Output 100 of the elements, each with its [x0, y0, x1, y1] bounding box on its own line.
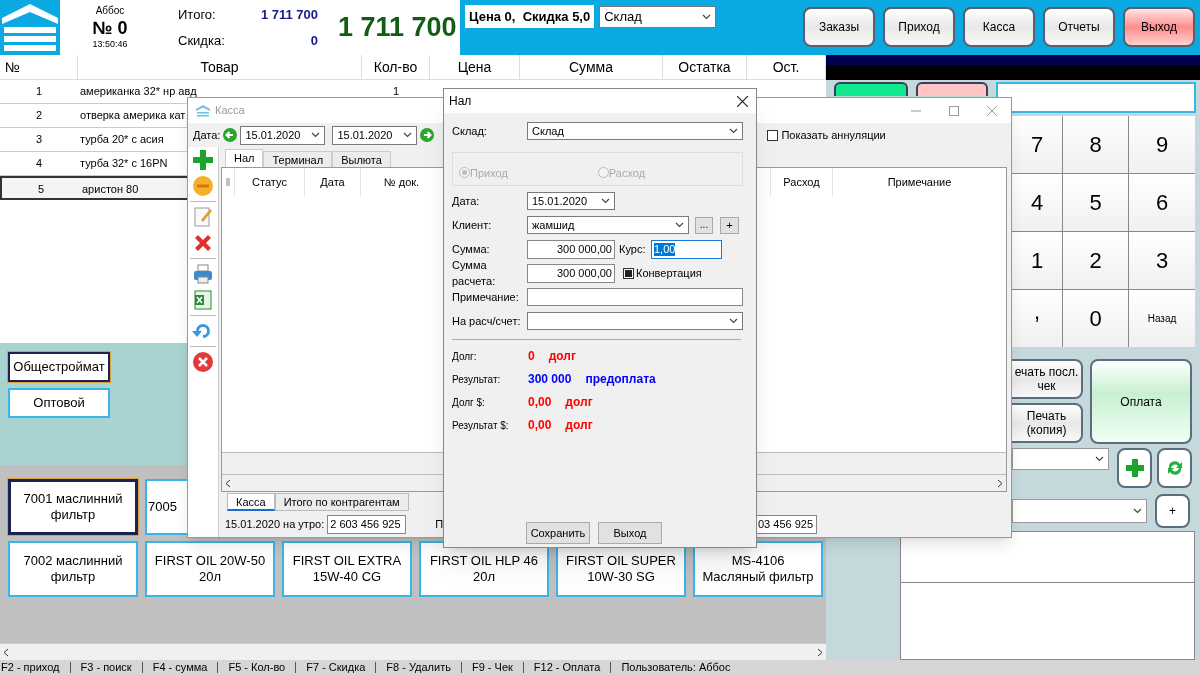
tab[interactable]: Итого по контрагентам — [274, 493, 409, 511]
pay-button[interactable]: Оплата — [1090, 359, 1192, 444]
field-label: Курс: — [619, 241, 647, 257]
add-icon[interactable] — [192, 149, 214, 171]
checkbox[interactable] — [767, 129, 779, 141]
add-button[interactable] — [1117, 448, 1152, 488]
summary-status: предоплата — [585, 371, 656, 388]
sum-field[interactable]: 300 000,00 — [527, 239, 615, 259]
field-label: Сумма расчета: — [452, 257, 497, 289]
action-button[interactable] — [916, 82, 988, 96]
account-dropdown[interactable] — [527, 312, 743, 330]
keypad-key[interactable]: 9 — [1129, 116, 1195, 173]
price-group-button[interactable]: Оптовой — [8, 388, 110, 418]
tab[interactable]: Нал — [225, 149, 264, 167]
printer-icon[interactable] — [192, 263, 214, 285]
cancel-icon[interactable] — [192, 351, 214, 373]
back-arrow-icon[interactable] — [223, 128, 238, 142]
display-field[interactable] — [996, 82, 1196, 113]
nav-button[interactable]: Заказы — [803, 7, 875, 47]
summary-status: долг — [565, 417, 593, 434]
keypad-key[interactable]: 2 — [1063, 232, 1128, 289]
keypad-key[interactable]: 1 — [1012, 232, 1062, 289]
keypad-key[interactable]: , — [1012, 290, 1062, 347]
radio-label: Приход — [470, 165, 508, 181]
scroll-left-icon — [225, 478, 231, 488]
date-to-field[interactable]: 15.01.2020 — [332, 125, 418, 145]
clock-time: 13:50:46 — [92, 39, 128, 50]
keypad-key[interactable]: Назад — [1129, 290, 1195, 347]
balance-field: 2 603 456 925 — [327, 514, 407, 534]
date-from-field[interactable]: 15.01.2020 — [240, 125, 326, 145]
product-button[interactable]: 7001 маслинний фильтр — [8, 479, 138, 535]
chevron-down-icon — [729, 128, 738, 134]
warehouse-dropdown[interactable]: Склад — [599, 6, 717, 28]
close-icon[interactable] — [737, 95, 748, 107]
edit-icon[interactable] — [192, 206, 214, 228]
balance-label: П — [435, 516, 444, 532]
keypad-key[interactable]: 5 — [1063, 174, 1128, 231]
chevron-down-icon — [729, 318, 738, 324]
nav-button[interactable]: Касса — [963, 7, 1035, 47]
order-number: № 0 — [92, 17, 128, 39]
print-last-button[interactable]: ечать посл. чек — [1012, 359, 1083, 399]
checkbox[interactable] — [623, 267, 634, 279]
customer-dropdown[interactable] — [1012, 448, 1109, 470]
sum-field[interactable]: 300 000,00 — [527, 263, 615, 283]
tab[interactable]: Терминал — [263, 151, 333, 167]
status-item: Пользователь: Аббос — [621, 660, 731, 675]
product-button[interactable]: MS-4106 Масляный фильтр — [693, 541, 823, 597]
action-button[interactable] — [834, 82, 908, 96]
keypad-key[interactable]: 8 — [1063, 116, 1128, 173]
keypad-key[interactable]: 7 — [1012, 116, 1062, 173]
checkbox-label: Показать аннуляции — [781, 127, 886, 143]
refresh-button[interactable] — [1157, 448, 1192, 488]
forward-arrow-icon[interactable] — [420, 128, 435, 142]
scroll-right-icon — [817, 647, 823, 657]
discount-label: Скидка: — [178, 31, 226, 50]
add-symbol-button[interactable]: + — [1155, 494, 1190, 528]
table-cell: американка 32* нр авд — [80, 85, 197, 97]
summary-label: Результат $: — [452, 418, 510, 433]
nav-button[interactable]: Приход — [883, 7, 955, 47]
radio-label: Расход — [608, 165, 646, 181]
product-button[interactable]: 7002 маслинний фильтр — [8, 541, 138, 597]
balance-label: 15.01.2020 на утро: — [225, 516, 325, 532]
status-item: F9 - Чек — [471, 660, 513, 675]
price-group-button[interactable]: Общестроймат — [8, 352, 110, 382]
exit-button[interactable]: Выход — [598, 522, 662, 544]
client-dropdown[interactable]: жамшид — [527, 216, 689, 234]
remove-icon[interactable] — [192, 175, 214, 197]
column-header: Статус — [234, 168, 304, 196]
nav-button[interactable]: Выход — [1123, 7, 1195, 47]
add-button[interactable]: + — [720, 216, 739, 234]
save-button[interactable]: Сохранить — [526, 522, 590, 544]
keypad-key[interactable]: 4 — [1012, 174, 1062, 231]
spreadsheet-icon[interactable] — [192, 289, 214, 311]
print-copy-button[interactable]: Печать (копия) — [1012, 403, 1083, 443]
note-field[interactable] — [527, 288, 743, 306]
warehouse-dropdown[interactable]: Склад — [527, 122, 743, 140]
product-button[interactable]: FIRST OIL EXTRA 15W-40 CG — [282, 541, 412, 597]
keypad-key[interactable]: 6 — [1129, 174, 1195, 231]
discount-value: 0 — [309, 31, 318, 50]
rate-field[interactable]: 1,00 — [651, 239, 722, 259]
product-button[interactable]: 7005 — [145, 479, 187, 535]
table-cell: турба 32* с 16PN — [80, 157, 168, 169]
tab[interactable]: Касса — [227, 493, 275, 511]
product-button[interactable]: FIRST OIL 20W-50 20л — [145, 541, 275, 597]
total-label: Итого: — [178, 6, 217, 24]
horizontal-scrollbar[interactable] — [0, 643, 826, 660]
combo-value: жамшид — [532, 217, 575, 233]
symbol-dropdown[interactable] — [1012, 499, 1147, 523]
nav-button[interactable]: Отчеты — [1043, 7, 1115, 47]
chevron-down-icon — [311, 132, 321, 138]
keypad-key[interactable]: 0 — [1063, 290, 1128, 347]
date-field[interactable]: 15.01.2020 — [527, 192, 615, 210]
summary-value: 300 000 — [528, 371, 572, 388]
tab[interactable]: Вылюта — [332, 151, 391, 167]
keypad-key[interactable]: 3 — [1129, 232, 1195, 289]
table-cell: 2 — [35, 109, 43, 121]
more-button[interactable]: ... — [695, 216, 713, 234]
column-header: Примечание — [832, 168, 1006, 196]
table-cell: аристон 80 — [82, 183, 139, 195]
maximize-icon[interactable] — [949, 105, 959, 116]
